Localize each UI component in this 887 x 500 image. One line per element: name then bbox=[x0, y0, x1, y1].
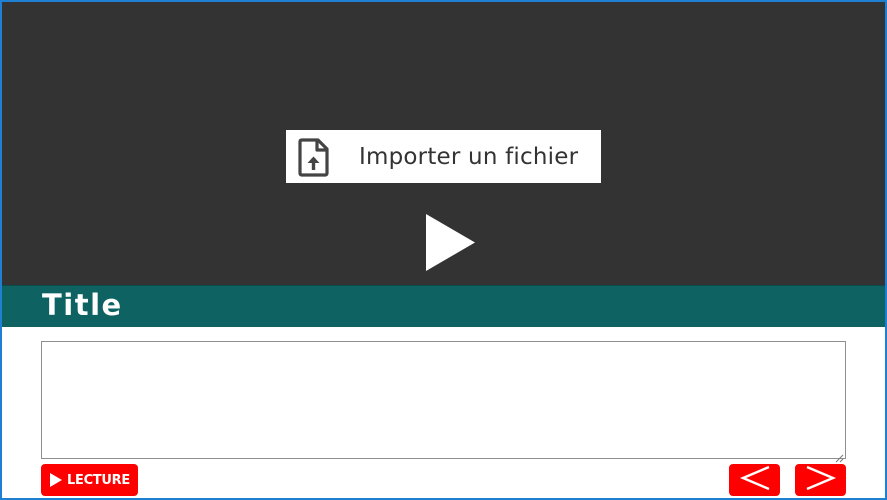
previous-button[interactable] bbox=[729, 464, 780, 496]
play-triangle-icon bbox=[50, 473, 62, 487]
chevron-left-icon bbox=[737, 464, 773, 496]
next-button[interactable] bbox=[795, 464, 846, 496]
chevron-right-icon bbox=[803, 464, 839, 496]
lecture-button[interactable]: LECTURE bbox=[41, 464, 138, 496]
resize-grip-icon[interactable] bbox=[835, 448, 844, 463]
upload-file-button[interactable]: Importer un fichier bbox=[286, 130, 601, 183]
title-bar: Title bbox=[2, 285, 885, 327]
lecture-label: LECTURE bbox=[67, 472, 130, 488]
notes-textarea[interactable] bbox=[41, 341, 846, 459]
page-title: Title bbox=[42, 288, 123, 322]
app-frame: Importer un fichier Title LECTURE bbox=[0, 0, 887, 500]
upload-file-label: Importer un fichier bbox=[359, 143, 579, 170]
file-upload-icon bbox=[297, 137, 331, 177]
video-player[interactable]: Importer un fichier bbox=[2, 2, 885, 285]
play-icon[interactable] bbox=[425, 214, 475, 271]
